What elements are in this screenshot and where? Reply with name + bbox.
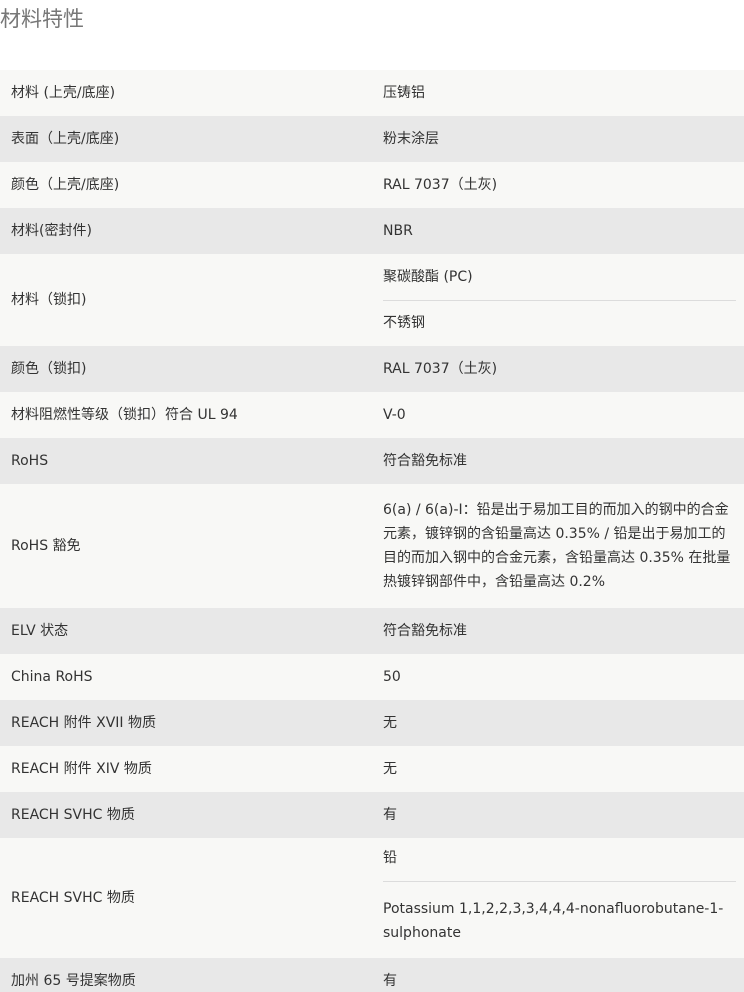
row-value: NBR — [383, 223, 413, 239]
table-row: 材料(密封件) NBR — [0, 208, 744, 254]
row-value: Potassium 1,1,2,2,3,3,4,4,4-nonafluorobu… — [383, 881, 736, 961]
row-value-cell: 聚碳酸酯 (PC) 不锈钢 — [372, 254, 744, 346]
row-value: 符合豁免标准 — [383, 453, 467, 469]
table-row: China RoHS 50 — [0, 654, 744, 700]
row-value-cell: V-0 — [372, 392, 744, 438]
material-properties-table: 材料 (上壳/底座) 压铸铝 表面（上壳/底座) 粉末涂层 颜色（上壳/底座) … — [0, 70, 744, 992]
row-value-cell: 50 — [372, 654, 744, 700]
row-value-cell: 有 — [372, 792, 744, 838]
row-label: 颜色（锁扣) — [11, 361, 87, 377]
row-value-cell: RAL 7037（土灰) — [372, 346, 744, 392]
row-value-cell: 符合豁免标准 — [372, 608, 744, 654]
row-label: ELV 状态 — [11, 623, 69, 639]
table-row: 表面（上壳/底座) 粉末涂层 — [0, 116, 744, 162]
row-value: 无 — [383, 761, 397, 777]
table-row: 颜色（锁扣) RAL 7037（土灰) — [0, 346, 744, 392]
row-label: 材料（锁扣) — [11, 292, 87, 308]
section-title: 材料特性 — [0, 7, 84, 31]
row-value-cell: 有 — [372, 958, 744, 992]
row-label: China RoHS — [11, 669, 93, 685]
table-row: 加州 65 号提案物质 有 — [0, 958, 744, 992]
row-value-cell: 无 — [372, 700, 744, 746]
row-value: 粉末涂层 — [383, 131, 439, 147]
row-value-cell: NBR — [372, 208, 744, 254]
row-value: 有 — [383, 973, 397, 989]
table-row: 材料 (上壳/底座) 压铸铝 — [0, 70, 744, 116]
row-value: 聚碳酸酯 (PC) — [383, 269, 473, 285]
table-row: REACH 附件 XVII 物质 无 — [0, 700, 744, 746]
row-label: 材料 (上壳/底座) — [11, 85, 116, 101]
row-value: V-0 — [383, 407, 406, 423]
row-label: 表面（上壳/底座) — [11, 131, 120, 147]
row-value: RAL 7037（土灰) — [383, 177, 498, 193]
row-label: REACH SVHC 物质 — [11, 807, 135, 823]
page: 材料特性 材料 (上壳/底座) 压铸铝 表面（上壳/底座) 粉末涂层 颜色（上壳… — [0, 0, 744, 992]
row-label: 颜色（上壳/底座) — [11, 177, 120, 193]
table-row: 颜色（上壳/底座) RAL 7037（土灰) — [0, 162, 744, 208]
row-label: 加州 65 号提案物质 — [11, 973, 136, 989]
table-row: 材料（锁扣) 聚碳酸酯 (PC) 不锈钢 — [0, 254, 744, 346]
row-label: REACH 附件 XVII 物质 — [11, 715, 156, 731]
row-label: REACH 附件 XIV 物质 — [11, 761, 152, 777]
row-value: 符合豁免标准 — [383, 623, 467, 639]
row-value: 无 — [383, 715, 397, 731]
table-row: REACH 附件 XIV 物质 无 — [0, 746, 744, 792]
row-value: 6(a) / 6(a)-I：铅是出于易加工目的而加入的钢中的合金元素，镀锌钢的含… — [383, 502, 731, 590]
table-row: 材料阻燃性等级（锁扣）符合 UL 94 V-0 — [0, 392, 744, 438]
table-row: RoHS 符合豁免标准 — [0, 438, 744, 484]
row-label: 材料(密封件) — [11, 223, 92, 239]
row-value-cell: RAL 7037（土灰) — [372, 162, 744, 208]
table-row: REACH SVHC 物质 铅 Potassium 1,1,2,2,3,3,4,… — [0, 838, 744, 958]
row-value: 铅 — [383, 850, 397, 866]
row-value: 50 — [383, 669, 401, 685]
row-value: 不锈钢 — [383, 299, 736, 346]
row-value-cell: 铅 Potassium 1,1,2,2,3,3,4,4,4-nonafluoro… — [372, 838, 744, 958]
table-row: RoHS 豁免 6(a) / 6(a)-I：铅是出于易加工目的而加入的钢中的合金… — [0, 484, 744, 608]
row-value-cell: 无 — [372, 746, 744, 792]
table-row: ELV 状态 符合豁免标准 — [0, 608, 744, 654]
table-row: REACH SVHC 物质 有 — [0, 792, 744, 838]
row-label: REACH SVHC 物质 — [11, 890, 135, 906]
row-label: RoHS 豁免 — [11, 538, 81, 554]
row-value: RAL 7037（土灰) — [383, 361, 498, 377]
row-label: 材料阻燃性等级（锁扣）符合 UL 94 — [11, 407, 238, 423]
row-value-cell: 压铸铝 — [372, 70, 744, 116]
row-value-cell: 粉末涂层 — [372, 116, 744, 162]
row-value: 压铸铝 — [383, 85, 425, 101]
row-label: RoHS — [11, 453, 49, 469]
row-value: 有 — [383, 807, 397, 823]
row-value-cell: 6(a) / 6(a)-I：铅是出于易加工目的而加入的钢中的合金元素，镀锌钢的含… — [372, 484, 744, 608]
row-value-cell: 符合豁免标准 — [372, 438, 744, 484]
